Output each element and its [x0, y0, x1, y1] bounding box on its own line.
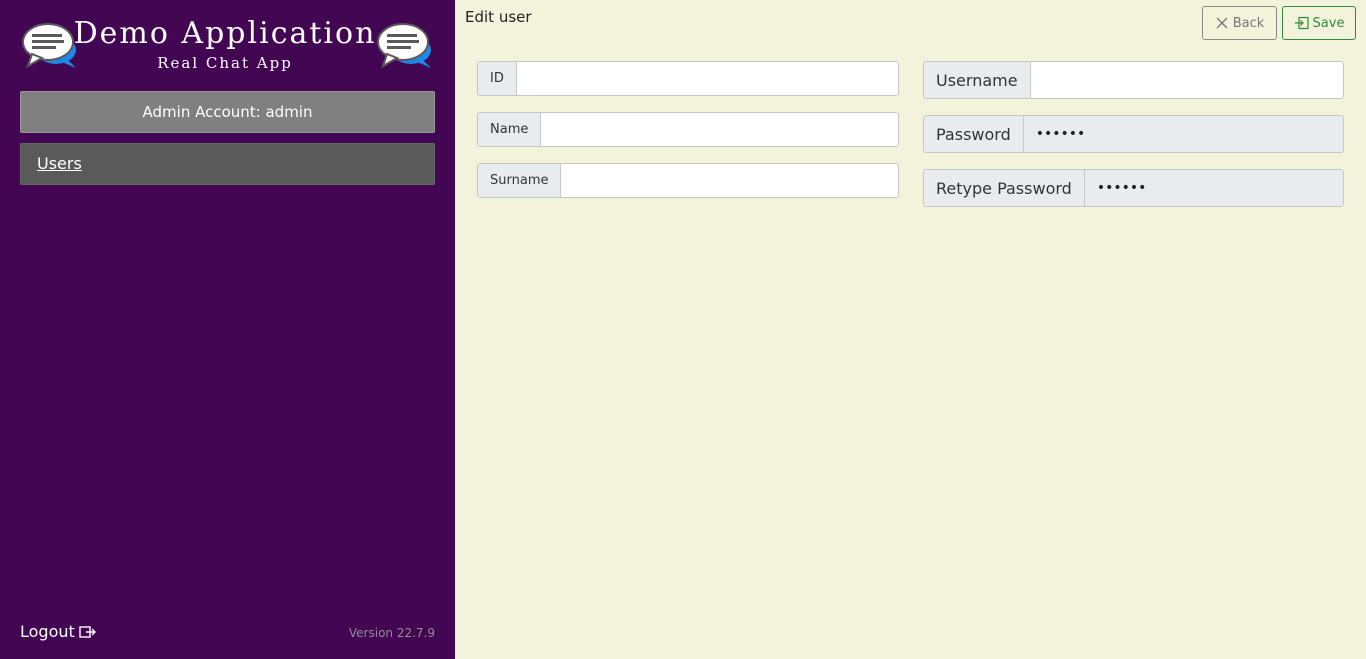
id-input[interactable] — [516, 62, 898, 95]
username-label: Username — [924, 62, 1031, 98]
close-icon — [1216, 17, 1228, 29]
version-label: Version 22.7.9 — [348, 626, 435, 640]
surname-field-group: Surname — [477, 163, 899, 198]
sidebar-item-users[interactable]: Users — [20, 143, 435, 185]
id-label: ID — [478, 62, 517, 95]
name-input[interactable] — [541, 113, 898, 146]
retype-password-field-group: Retype Password — [923, 169, 1344, 207]
back-label: Back — [1232, 15, 1265, 31]
back-button[interactable]: Back — [1202, 6, 1277, 40]
surname-label: Surname — [478, 164, 562, 197]
brand-header: Demo Application Real Chat App — [0, 12, 455, 78]
id-field-group: ID — [477, 61, 899, 96]
surname-input[interactable] — [561, 164, 898, 197]
retype-password-input[interactable] — [1084, 170, 1343, 206]
save-label: Save — [1312, 15, 1345, 31]
password-field-group: Password — [923, 115, 1344, 153]
username-input[interactable] — [1030, 62, 1343, 98]
sign-in-icon — [1294, 16, 1309, 30]
logout-icon — [79, 625, 96, 638]
password-input[interactable] — [1023, 116, 1343, 152]
admin-account-label: Admin Account: admin — [20, 91, 435, 133]
sidebar: Demo Application Real Chat App Admin Acc… — [0, 0, 455, 659]
logout-label: Logout — [20, 622, 75, 641]
main-panel: Edit user Back Save ID Name Surname User… — [455, 0, 1366, 659]
chat-bubble-icon — [377, 23, 431, 69]
save-button[interactable]: Save — [1282, 6, 1356, 40]
name-field-group: Name — [477, 112, 899, 147]
username-field-group: Username — [923, 61, 1344, 99]
password-label: Password — [924, 116, 1024, 152]
page-title: Edit user — [465, 8, 532, 26]
retype-password-label: Retype Password — [924, 170, 1085, 206]
logout-link[interactable]: Logout — [20, 622, 97, 641]
name-label: Name — [478, 113, 542, 146]
